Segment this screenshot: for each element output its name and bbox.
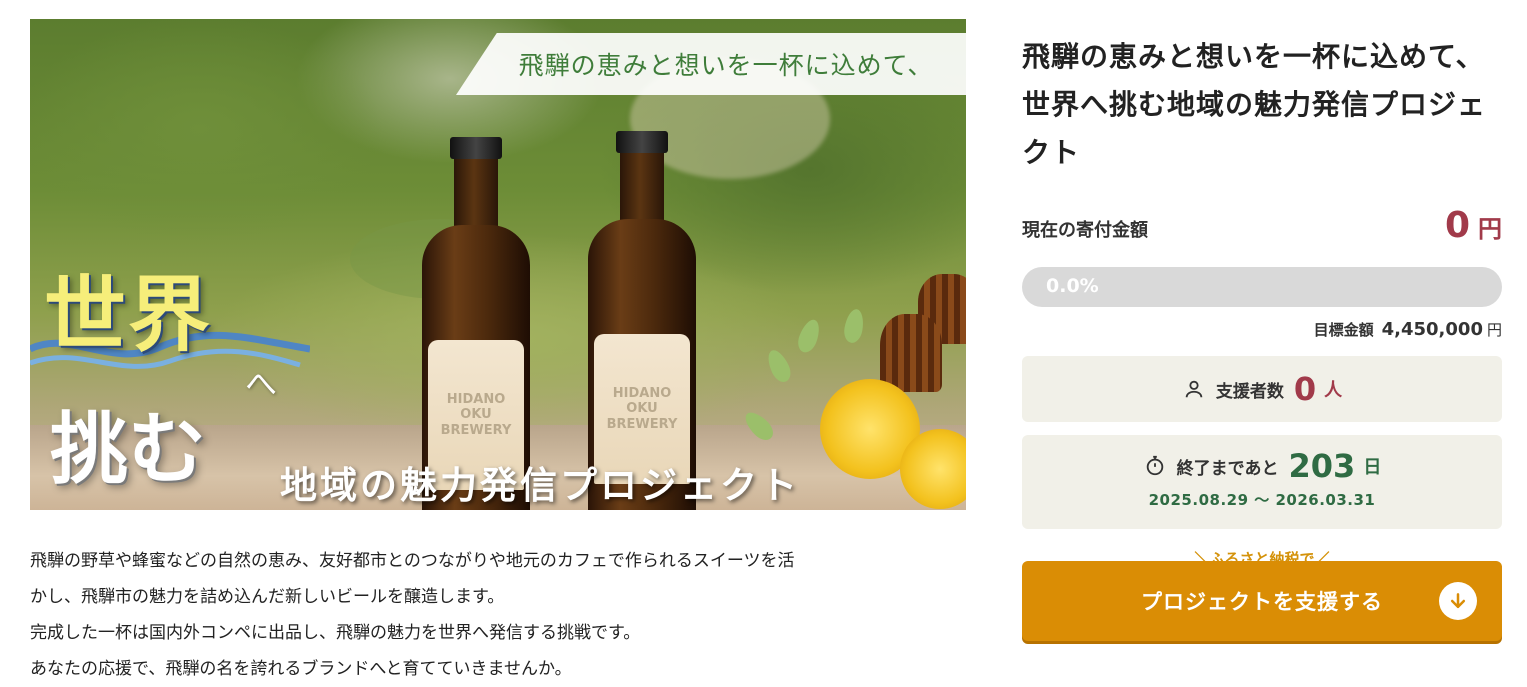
donation-amount-value: 0円 [1445, 205, 1502, 246]
goal-value: 4,450,000 [1381, 319, 1483, 340]
hero-headline-particle: へ [245, 365, 278, 403]
hero-sub-headline: 地域の魅力発信プロジェクト [280, 463, 800, 507]
amount-number: 0 [1444, 205, 1470, 246]
supporters-count: 0 [1293, 370, 1317, 408]
hero-headline: 世界 [44, 267, 213, 363]
remaining-label: 終了まであと [1176, 458, 1279, 479]
amount-unit: 円 [1478, 215, 1502, 243]
hero-tagline: 飛騨の恵みと想いを一杯に込めて、 [456, 33, 966, 95]
leaf [842, 307, 866, 345]
donation-amount-label: 現在の寄付金額 [1022, 220, 1148, 241]
donation-amount-row: 現在の寄付金額 0円 [1022, 205, 1502, 246]
hero-image: 飛騨の恵みと想いを一杯に込めて、 HIDANO OKU BREWERY HIDA… [30, 19, 966, 510]
progress-percent: 0.0% [1046, 275, 1099, 297]
canele-pastry [880, 314, 942, 392]
goal-amount: 目標金額 4,450,000 円 [1314, 319, 1502, 340]
goal-unit: 円 [1486, 321, 1502, 339]
project-title: 飛騨の恵みと想いを一杯に込めて、世界へ挑む地域の魅力発信プロジェクト [1022, 40, 1487, 169]
stopwatch-icon [1143, 454, 1167, 478]
support-button-label: プロジェクトを支援する [1141, 590, 1383, 614]
remaining-days: 203 [1288, 447, 1356, 485]
leaf [763, 346, 795, 386]
support-project-button[interactable]: プロジェクトを支援する [1022, 561, 1502, 641]
project-description: 飛騨の野草や蜂蜜などの自然の恵み、友好都市とのつながりや地元のカフェで作られるス… [30, 543, 970, 687]
description-line: かし、飛騨市の魅力を詰め込んだ新しいビールを醸造します。 [30, 587, 505, 607]
hero-headline-2: 挑む [50, 404, 207, 495]
arrow-down-circle-icon [1439, 582, 1477, 620]
supporters-label: 支援者数 [1215, 381, 1284, 402]
supporters-box: 支援者数 0 人 [1022, 356, 1502, 422]
description-line: あなたの応援で、飛騨の名を誇れるブランドへと育てていきませんか。 [30, 659, 572, 679]
remaining-unit: 日 [1363, 457, 1382, 478]
supporters-unit: 人 [1324, 380, 1343, 401]
person-icon [1182, 377, 1206, 401]
project-period: 2025.08.29 ～ 2026.03.31 [1148, 491, 1376, 509]
goal-label: 目標金額 [1313, 321, 1374, 339]
description-line: 完成した一杯は国内外コンペに出品し、飛騨の魅力を世界へ発信する挑戦です。 [30, 623, 641, 643]
description-line: 飛騨の野草や蜂蜜などの自然の恵み、友好都市とのつながりや地元のカフェで作られるス… [30, 551, 795, 571]
project-summary-panel: 飛騨の恵みと想いを一杯に込めて、世界へ挑む地域の魅力発信プロジェクト 現在の寄付… [1022, 33, 1502, 641]
leaf [794, 316, 824, 356]
remaining-days-box: 終了まであと 203 日 2025.08.29 ～ 2026.03.31 [1022, 435, 1502, 529]
progress-bar: 0.0% [1022, 267, 1502, 307]
